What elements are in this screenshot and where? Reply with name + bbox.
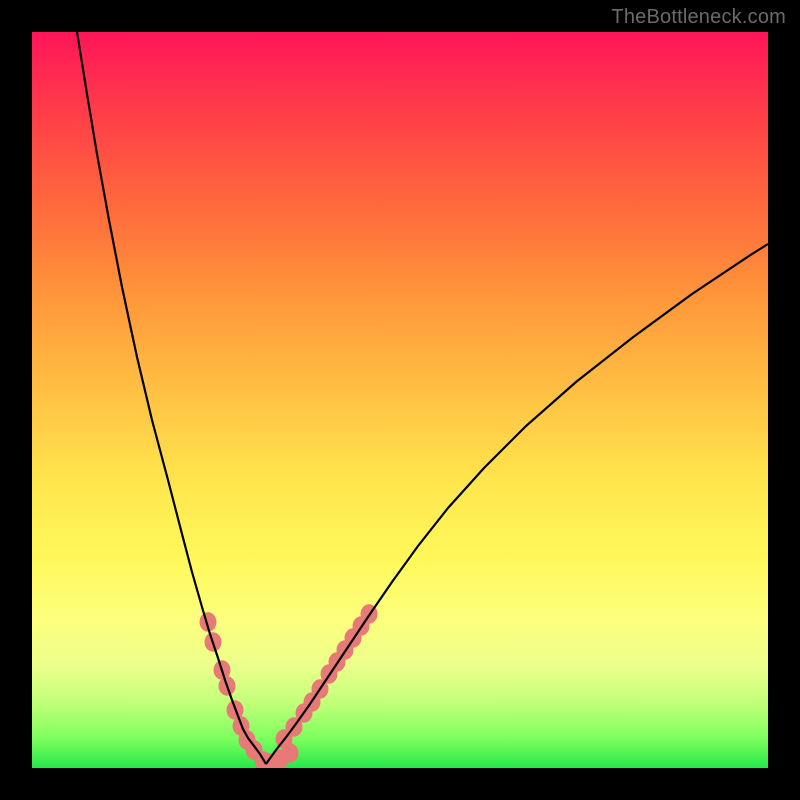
curve-right-branch (266, 244, 768, 764)
chart-frame: TheBottleneck.com (0, 0, 800, 800)
plot-area (32, 32, 768, 768)
watermark-text: TheBottleneck.com (611, 6, 786, 29)
curve-left-branch (77, 32, 266, 764)
chart-svg (32, 32, 768, 768)
